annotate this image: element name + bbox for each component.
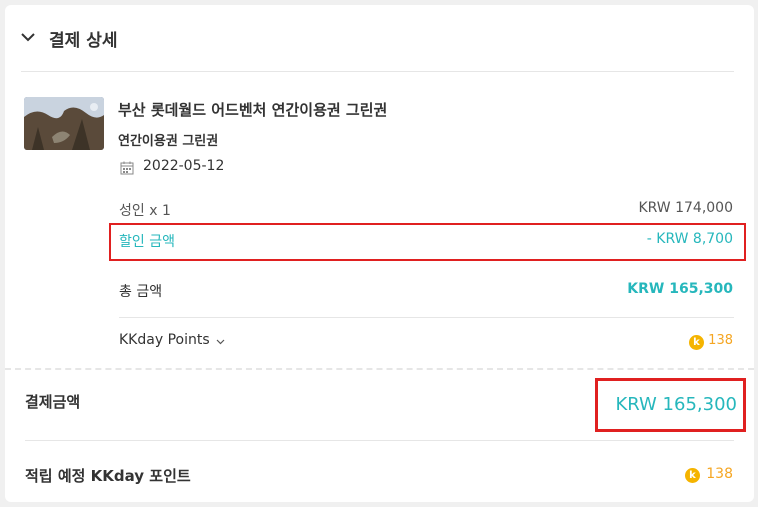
discount-value: - KRW 8,700 — [646, 231, 733, 247]
payment-amount-value: KRW 165,300 — [615, 394, 737, 415]
adult-count-label: 성인 x 1 — [119, 203, 171, 219]
total-label: 총 금액 — [119, 284, 163, 300]
adult-price-value: KRW 174,000 — [638, 200, 733, 216]
product-date: 2022-05-12 — [143, 158, 225, 174]
earn-points-value: 138 — [706, 466, 733, 482]
earn-points-label: 적립 예정 KKday 포인트 — [25, 467, 191, 485]
product-title[interactable]: 부산 롯데월드 어드벤처 연간이용권 그린권 — [118, 99, 387, 120]
dashed-divider — [5, 368, 754, 370]
kkday-points-value: 138 — [708, 333, 733, 348]
discount-label: 할인 금액 — [119, 234, 175, 250]
divider — [25, 440, 734, 441]
calendar-icon — [120, 161, 134, 175]
payment-detail-header[interactable]: 결제 상세 — [5, 5, 754, 71]
product-thumbnail — [24, 97, 104, 150]
section-title: 결제 상세 — [49, 31, 118, 51]
chevron-down-icon[interactable] — [216, 339, 225, 345]
product-option: 연간이용권 그린권 — [118, 134, 219, 149]
payment-amount-label: 결제금액 — [25, 393, 81, 411]
divider — [21, 71, 734, 72]
chevron-down-icon[interactable] — [20, 30, 36, 44]
kkday-points-toggle[interactable]: KKday Points — [119, 332, 210, 348]
payment-detail-card: 결제 상세 부산 롯데월드 어드벤처 연간이용권 그린권 연간이용권 그린권 2… — [5, 5, 754, 502]
points-coin-icon: k — [689, 335, 704, 350]
divider — [119, 317, 734, 318]
points-coin-icon: k — [685, 468, 700, 483]
total-value: KRW 165,300 — [627, 281, 733, 297]
